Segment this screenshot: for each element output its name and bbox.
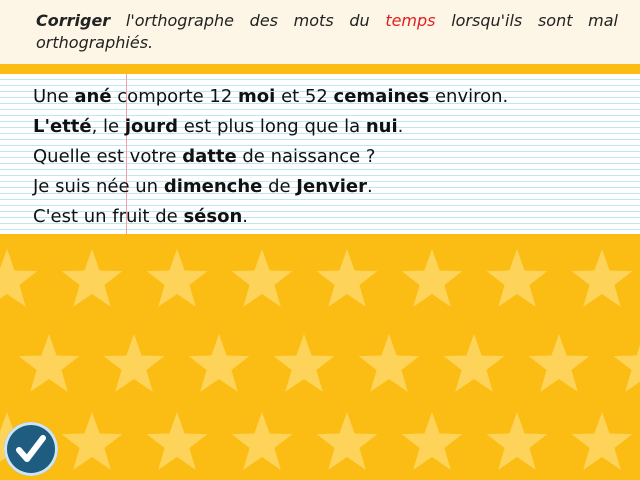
star-icon [146,249,208,307]
misspelled-word[interactable]: cemaines [334,86,430,107]
stars-svg [0,249,640,470]
sentence-text: . [397,116,404,137]
sentence-text: comporte 12 [111,86,239,107]
sentence-text: environ. [429,86,509,107]
star-icon [188,334,250,392]
sentence-text: Quelle est votre [33,146,183,167]
sentence-line: C'est un fruit de séson. [33,202,508,232]
star-icon [316,412,378,470]
sentence-text: de [262,176,297,197]
star-icon [231,249,293,307]
star-icon [486,249,548,307]
misspelled-word[interactable]: moi [238,86,275,107]
lined-paper: Une ané comporte 12 moi et 52 cemaines e… [0,74,640,234]
validate-button[interactable] [4,422,58,476]
misspelled-word[interactable]: datte [182,146,236,167]
sentence-line: Quelle est votre datte de naissance ? [33,142,508,172]
star-icon [61,412,123,470]
misspelled-word[interactable]: séson [183,206,242,227]
misspelled-word[interactable]: dimenche [164,176,263,197]
star-icon [401,249,463,307]
sentence-list: Une ané comporte 12 moi et 52 cemaines e… [33,82,508,232]
star-icon [273,334,335,392]
star-icon [103,334,165,392]
sentence-line: Je suis née un dimenche de Jenvier. [33,172,508,202]
sentence-text: de naissance ? [236,146,376,167]
separator-strip [0,64,640,74]
sentence-line: Une ané comporte 12 moi et 52 cemaines e… [33,82,508,112]
sentence-line: L'etté, le jourd est plus long que la nu… [33,112,508,142]
star-icon [0,249,38,307]
instruction-panel: Corriger l'orthographe des mots du temps… [0,0,640,64]
star-icon [613,345,640,392]
star-icon [61,249,123,307]
sentence-text: est plus long que la [177,116,366,137]
misspelled-word[interactable]: L'etté [33,116,92,137]
star-icon [18,334,80,392]
star-icon [146,412,208,470]
check-icon [16,435,46,462]
star-icon [443,334,505,392]
misspelled-word[interactable]: Jenvier [296,176,367,197]
sentence-text: , le [91,116,125,137]
sentence-text: Je suis née un [33,176,164,197]
sentence-text: . [367,176,373,197]
sentence-text: . [242,206,248,227]
star-icon [528,334,590,392]
star-icon [571,249,633,307]
sentence-text: et 52 [275,86,334,107]
star-icon [231,412,293,470]
misspelled-word[interactable]: nui [366,116,398,137]
star-pattern-background [0,234,640,480]
star-icon [401,412,463,470]
sentence-text: Une [33,86,75,107]
instruction-part-1: l'orthographe des mots du [110,11,386,30]
instruction-keyword: Corriger [36,11,111,30]
star-icon [358,334,420,392]
misspelled-word[interactable]: ané [74,86,111,107]
star-icon [316,249,378,307]
star-icon [571,412,633,470]
misspelled-word[interactable]: jourd [125,116,178,137]
instruction-text: Corriger l'orthographe des mots du temps… [0,0,640,54]
instruction-highlight: temps [385,11,436,30]
sentence-text: C'est un fruit de [33,206,184,227]
star-icon [486,412,548,470]
